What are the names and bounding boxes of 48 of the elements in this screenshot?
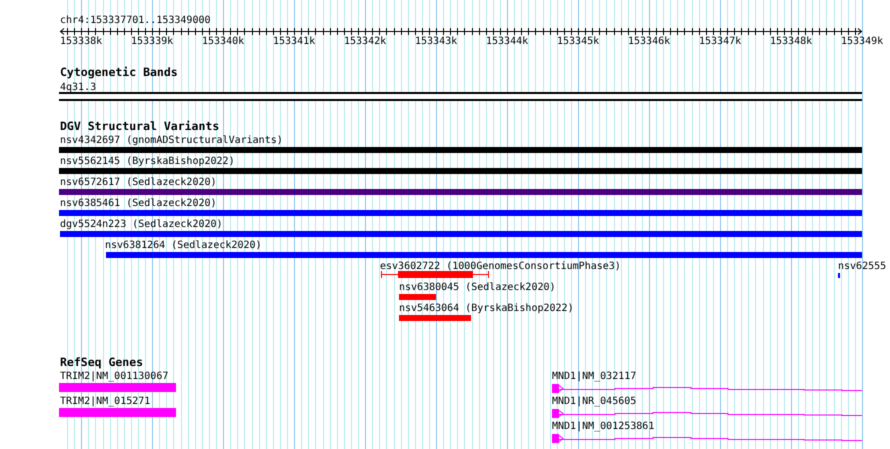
- tick-label: 153338k: [60, 36, 102, 47]
- tick-label: 153343k: [415, 36, 458, 47]
- variant-label: nsv62555: [838, 261, 886, 272]
- variant-bar[interactable]: [59, 189, 862, 195]
- band-label: 4q31.3: [60, 82, 96, 93]
- tick-label: 153349k: [841, 36, 884, 47]
- variant-label: nsv6380045 (Sedlazeck2020): [399, 282, 556, 293]
- variant-label: nsv6572617 (Sedlazeck2020): [60, 177, 217, 188]
- tick-label: 153346k: [628, 36, 670, 47]
- variant-bar[interactable]: [59, 210, 862, 216]
- variant-label: nsv6385461 (Sedlazeck2020): [60, 198, 217, 209]
- variant-bar[interactable]: [59, 147, 862, 153]
- tick-label: 153345k: [557, 36, 600, 47]
- location-label: chr4:153337701..153349000: [60, 15, 211, 26]
- variant-label: nsv5463064 (ByrskaBishop2022): [399, 303, 574, 314]
- variant-label: esv3602722 (1000GenomesConsortiumPhase3): [380, 261, 621, 272]
- tick-label: 153342k: [344, 36, 386, 47]
- tick-label: 153339k: [131, 36, 174, 47]
- variant-marker[interactable]: [838, 273, 840, 278]
- variant-label: dgv5524n223 (Sedlazeck2020): [60, 219, 223, 230]
- gene-model-drawing[interactable]: [552, 384, 862, 393]
- gene-label: MND1|NM_032117: [552, 371, 636, 382]
- variant-bar[interactable]: [399, 315, 471, 321]
- gene-bar[interactable]: [59, 408, 176, 417]
- cytoband-bar[interactable]: [59, 92, 862, 101]
- track-title: RefSeq Genes: [60, 357, 144, 368]
- gene-label: TRIM2|NM_001130067: [60, 371, 168, 382]
- variant-bar[interactable]: [106, 252, 862, 258]
- variant-bar[interactable]: [59, 168, 862, 174]
- gene-model-drawing[interactable]: [552, 409, 862, 418]
- gene-label: TRIM2|NM_015271: [60, 396, 150, 407]
- gene-bar[interactable]: [59, 383, 176, 392]
- tick-label: 153341k: [273, 36, 316, 47]
- variant-bar[interactable]: [60, 231, 862, 237]
- gene-model-drawing[interactable]: [552, 434, 862, 443]
- tick-label: 153340k: [202, 36, 244, 47]
- tick-label: 153348k: [770, 36, 812, 47]
- track-title: Cytogenetic Bands: [60, 67, 178, 78]
- gene-label: MND1|NM_001253861: [552, 421, 654, 432]
- tick-label: 153344k: [486, 36, 528, 47]
- gene-label: MND1|NR_045605: [552, 396, 636, 407]
- variant-label: nsv4342697 (gnomADStructuralVariants): [60, 135, 283, 146]
- variant-feature[interactable]: [380, 270, 490, 278]
- variant-label: nsv5562145 (ByrskaBishop2022): [60, 156, 235, 167]
- variant-label: nsv6381264 (Sedlazeck2020): [105, 240, 262, 251]
- variant-bar[interactable]: [399, 294, 436, 300]
- tick-label: 153347k: [699, 36, 742, 47]
- track-title: DGV Structural Variants: [60, 121, 220, 132]
